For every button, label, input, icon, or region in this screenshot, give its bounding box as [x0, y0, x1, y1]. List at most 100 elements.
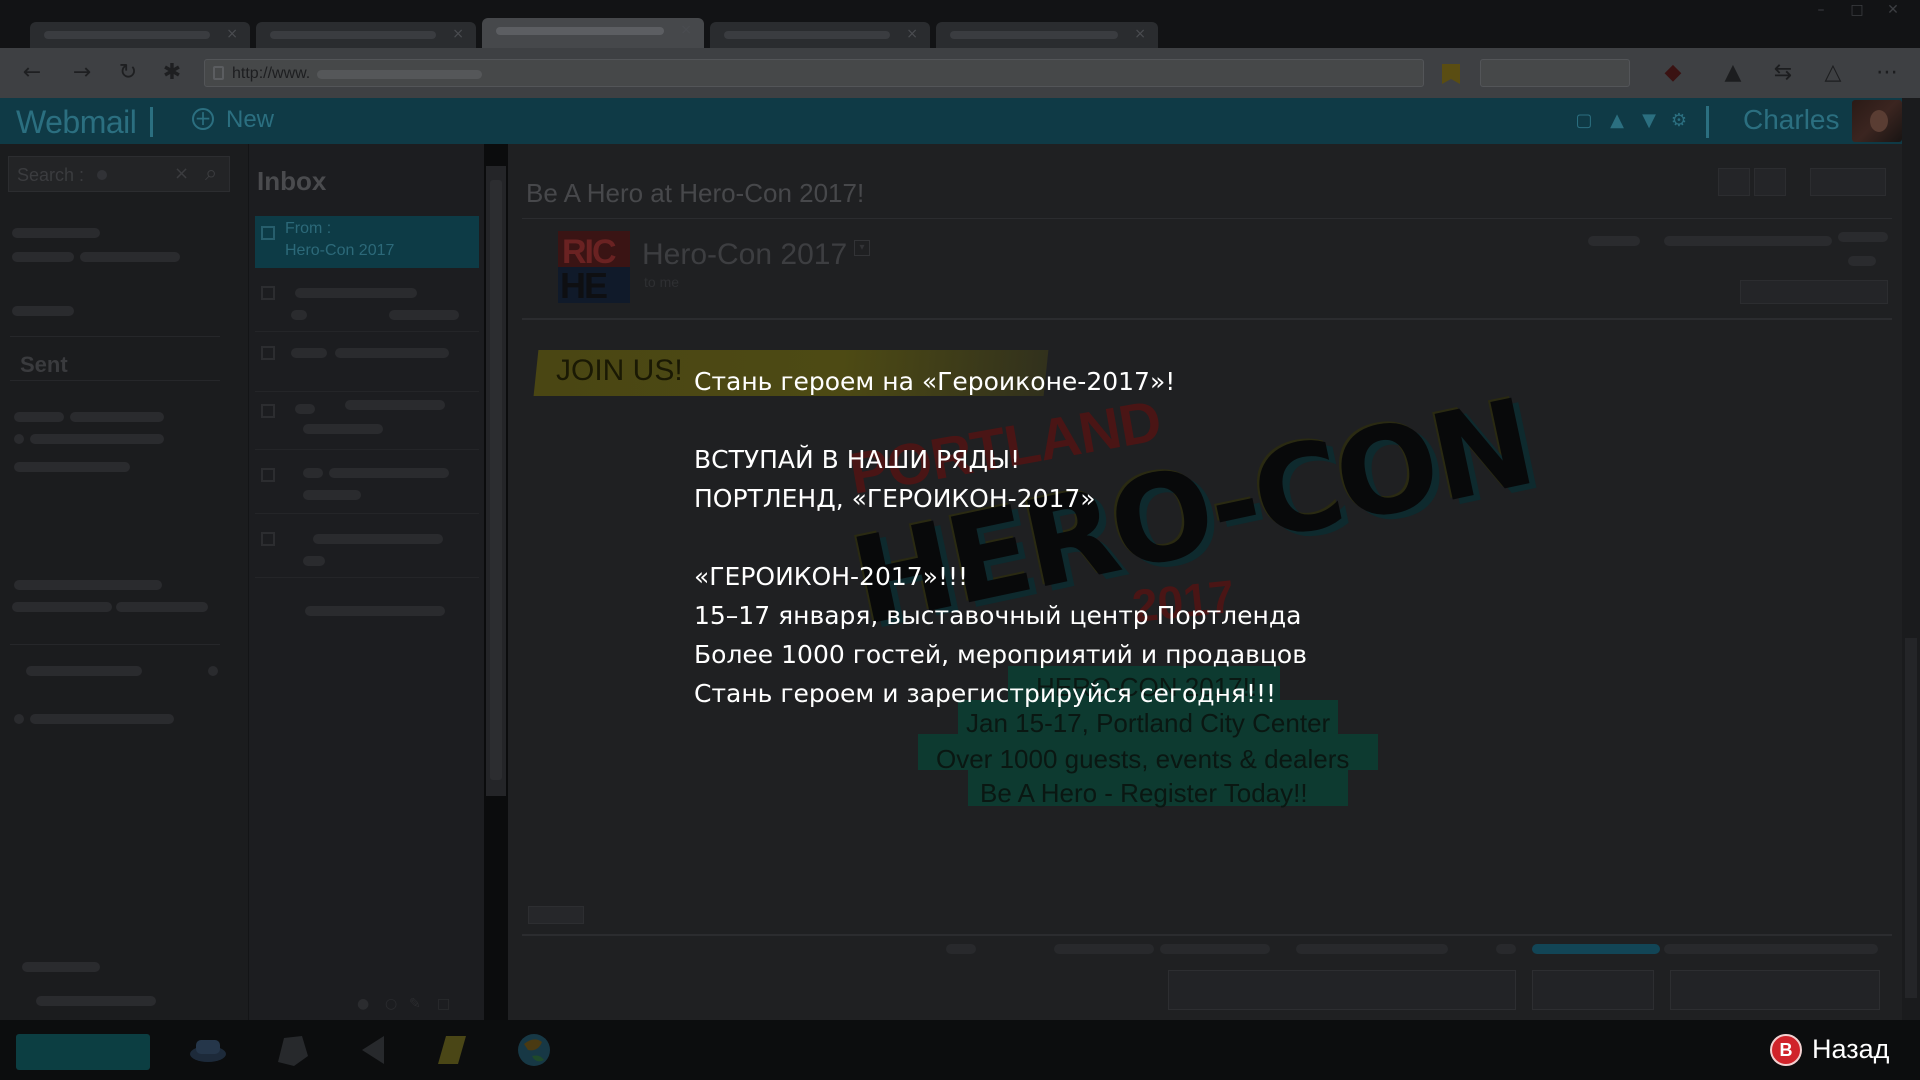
close-tab-icon[interactable]: × [680, 22, 692, 38]
notepad-icon[interactable] [432, 1032, 472, 1068]
folder-placeholder[interactable] [116, 602, 208, 612]
maximize-icon[interactable]: □ [1842, 2, 1872, 20]
subtitle-line: ВСТУПАЙ В НАШИ РЯДЫ! [694, 445, 1021, 474]
reader-divider [522, 218, 1892, 219]
lock-icon[interactable]: ▲ [1720, 60, 1746, 86]
folder-placeholder[interactable] [14, 580, 162, 590]
bookmark-icon[interactable] [1442, 64, 1460, 84]
warning-icon[interactable]: △ [1820, 60, 1846, 86]
folder-placeholder[interactable] [80, 252, 180, 262]
browser-search-box[interactable] [1480, 59, 1630, 87]
mail-search-input[interactable]: Search : × ⌕ [8, 156, 230, 192]
close-tab-icon[interactable]: × [226, 26, 238, 42]
user-avatar[interactable] [1852, 100, 1902, 142]
message-checkbox[interactable] [261, 532, 275, 546]
search-icon[interactable]: ⌕ [205, 161, 217, 186]
folder-placeholder[interactable] [12, 306, 74, 316]
message-checkbox[interactable] [261, 468, 275, 482]
close-window-icon[interactable]: ✕ [1878, 2, 1908, 20]
address-bar[interactable]: http://www. [204, 59, 1424, 87]
folder-placeholder[interactable] [26, 666, 142, 676]
more-menu-icon[interactable]: ⋯ [1874, 60, 1900, 86]
window-icon[interactable]: ▢ [1573, 110, 1595, 132]
settings-gear-icon[interactable]: ✱ [158, 60, 186, 86]
user-name[interactable]: Charles [1743, 104, 1839, 136]
folder-placeholder[interactable] [14, 412, 64, 422]
folder-placeholder[interactable] [30, 714, 174, 724]
browser-tab[interactable]: × [256, 22, 476, 48]
browser-tab[interactable]: × [710, 22, 930, 48]
folder-placeholder[interactable] [12, 252, 74, 262]
message-list-scrollbar[interactable] [486, 166, 506, 796]
list-tool-icon[interactable]: ● [357, 996, 373, 1012]
flag-icon[interactable] [354, 1032, 394, 1068]
folder-placeholder[interactable] [12, 228, 100, 238]
load-more-placeholder[interactable] [305, 606, 445, 616]
message-row[interactable] [255, 394, 479, 450]
message-row[interactable] [255, 522, 479, 578]
puzzle-icon[interactable] [272, 1032, 312, 1068]
footer-download-button[interactable] [1670, 970, 1880, 1010]
message-placeholder [345, 400, 445, 410]
message-row[interactable] [255, 276, 479, 332]
message-checkbox[interactable] [261, 404, 275, 418]
footer-play-button[interactable] [1532, 970, 1654, 1010]
folder-placeholder[interactable] [22, 962, 100, 972]
folder-placeholder[interactable] [30, 434, 164, 444]
message-row-selected[interactable]: From : Hero-Con 2017 [255, 216, 479, 268]
date-placeholder [1838, 232, 1888, 242]
arrow-up-icon[interactable]: ▲ [1606, 110, 1628, 132]
hat-icon[interactable] [188, 1032, 228, 1068]
clear-search-icon[interactable]: × [174, 163, 189, 184]
checkbox-icon[interactable]: □ [437, 996, 453, 1012]
close-tab-icon[interactable]: × [1134, 26, 1146, 42]
more-actions-button[interactable] [1810, 168, 1886, 196]
start-button[interactable] [16, 1034, 150, 1070]
reload-icon[interactable]: ↻ [114, 60, 142, 86]
browser-tab[interactable]: × [936, 22, 1158, 48]
folder-placeholder[interactable] [12, 602, 112, 612]
folder-placeholder[interactable] [36, 996, 156, 1006]
forward-arrow-icon[interactable]: → [68, 60, 96, 86]
folder-placeholder[interactable] [14, 462, 130, 472]
close-tab-icon[interactable]: × [452, 26, 464, 42]
subtitle-line: Стань героем на «Героиконе-2017»! [694, 367, 1176, 396]
browser-tab[interactable]: × [30, 22, 250, 48]
minimize-icon[interactable]: – [1806, 2, 1836, 20]
footer-action-button[interactable] [1168, 970, 1516, 1010]
browser-tab-active[interactable]: × [482, 18, 704, 48]
header-divider [1706, 106, 1709, 138]
message-checkbox[interactable] [261, 226, 275, 240]
page-scrollbar[interactable] [1902, 98, 1920, 1020]
settings-icon[interactable]: ⚙ [1668, 110, 1690, 132]
close-tab-icon[interactable]: × [906, 26, 918, 42]
reply-button[interactable] [1718, 168, 1750, 196]
forward-button[interactable] [1754, 168, 1786, 196]
body-divider [522, 318, 1892, 320]
sender-details-icon[interactable]: ▾ [854, 240, 870, 256]
tab-title-placeholder [270, 31, 436, 39]
scroll-thumb[interactable] [1905, 638, 1917, 998]
scroll-thumb[interactable] [490, 180, 502, 780]
message-checkbox[interactable] [261, 286, 275, 300]
folder-placeholder[interactable] [70, 412, 164, 422]
new-message-button[interactable]: + New [192, 106, 274, 136]
pencil-icon[interactable]: ✎ [409, 996, 425, 1012]
message-checkbox[interactable] [261, 346, 275, 360]
back-arrow-icon[interactable]: ← [18, 60, 46, 86]
message-row[interactable] [255, 458, 479, 514]
folder-sent[interactable]: Sent [20, 352, 68, 378]
message-row[interactable] [255, 336, 479, 392]
b-button-icon[interactable]: B [1770, 1034, 1802, 1066]
email-footer-button[interactable] [528, 906, 584, 924]
subtitle-line: Стань героем и зарегистрируйся сегодня!!… [694, 679, 1277, 708]
globe-icon[interactable] [514, 1032, 554, 1068]
extension-icon[interactable]: ◆ [1660, 60, 1686, 86]
webmail-header: Webmail + New ▢ ▲ ▼ ⚙ Charles [0, 98, 1920, 144]
sync-icon[interactable]: ⇆ [1770, 60, 1796, 86]
email-action-button[interactable] [1740, 280, 1888, 304]
arrow-down-icon[interactable]: ▼ [1638, 110, 1660, 132]
back-label[interactable]: Назад [1812, 1034, 1889, 1065]
list-tool-icon[interactable]: ○ [385, 996, 401, 1012]
tab-title-placeholder [496, 27, 664, 35]
